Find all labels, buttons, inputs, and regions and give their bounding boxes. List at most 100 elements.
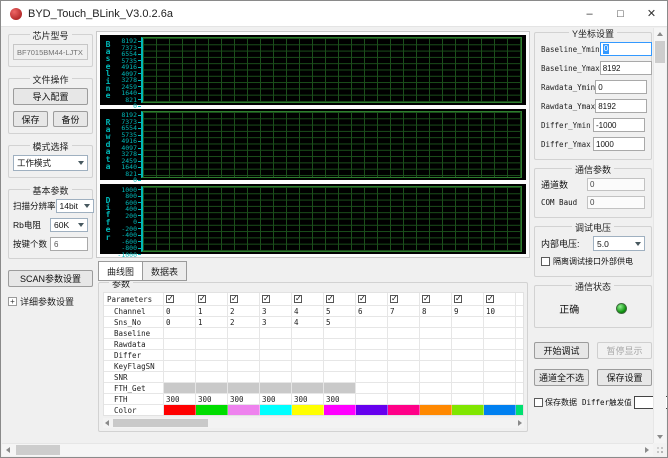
isolate-power-checkbox[interactable] [541,257,550,266]
channel-checkbox[interactable] [262,295,270,303]
y-axis-fields: Baseline_Ymin0Baseline_Ymax8192Rawdata_Y… [541,42,645,151]
data-cell [420,317,452,327]
data-cell: 300 [260,394,292,404]
channel-checkbox[interactable] [454,295,462,303]
data-cell [420,350,452,360]
color-cell[interactable] [388,405,420,415]
data-cell [388,328,420,338]
baseline_ymin-input[interactable]: 0 [600,42,652,56]
differ_ymax-label: Differ_Ymax [541,140,591,149]
scroll-down-icon[interactable] [657,435,663,439]
differ-y-axis: 10008006004002000-200-400-600-800-1000 [114,186,141,252]
color-cell[interactable] [196,405,228,415]
color-cell[interactable] [356,405,388,415]
channel-checkbox[interactable] [294,295,302,303]
tab-curve-graph[interactable]: 曲线图 [98,261,143,281]
table-horizontal-scrollbar[interactable] [103,418,524,428]
table-header-row: Parameters [104,293,523,306]
channel-checkbox[interactable] [486,295,494,303]
close-button[interactable]: ✕ [636,1,667,26]
vertical-scrollbar[interactable] [653,28,666,443]
save-data-checkbox[interactable] [534,398,543,407]
scroll-up-icon[interactable] [657,32,663,36]
data-cell [260,383,292,393]
deselect-all-channels-button[interactable]: 通道全不选 [534,369,589,386]
comm-status-group: 通信状态 正确 [534,285,652,328]
key-count-field[interactable]: 6 [50,237,88,251]
channel-checkbox-cell [452,293,484,305]
color-cell[interactable] [452,405,484,415]
rawdata_ymin-input[interactable]: 0 [595,80,647,94]
data-cell [356,328,388,338]
data-cell [356,317,388,327]
channel-checkbox[interactable] [166,295,174,303]
data-cell [356,350,388,360]
data-cell [452,383,484,393]
horizontal-scrollbar[interactable] [2,443,653,456]
color-cell[interactable] [516,405,524,415]
start-debug-button[interactable]: 开始调试 [534,342,589,359]
channel-checkbox-cell [292,293,324,305]
channel-checkbox[interactable] [230,295,238,303]
detail-settings-tree-node[interactable]: + 详细参数设置 [8,295,93,308]
differ_ymax-input[interactable]: 1000 [593,137,645,151]
data-cell: 300 [196,394,228,404]
data-cell [260,339,292,349]
scroll-right-icon[interactable] [518,420,522,426]
tab-data-table[interactable]: 数据表 [142,261,187,281]
horizontal-scrollbar-thumb[interactable] [16,445,60,455]
scroll-left-icon[interactable] [105,420,109,426]
data-cell [196,350,228,360]
data-cell [452,328,484,338]
internal-voltage-dropdown[interactable]: 5.0 [593,236,645,251]
data-cell [388,317,420,327]
data-cell: 4 [292,306,324,316]
chip-model-field: BF7015BM44-LJTX [13,44,88,60]
save-settings-button[interactable]: 保存设置 [597,369,652,386]
scan-settings-button[interactable]: SCAN参数设置 [8,270,93,287]
channel-checkbox[interactable] [326,295,334,303]
save-button[interactable]: 保存 [13,111,48,127]
data-cell: 3 [260,306,292,316]
scroll-right-icon[interactable] [645,447,649,453]
data-cell [196,383,228,393]
tree-expander-icon[interactable]: + [8,297,17,306]
rb-resistor-dropdown[interactable]: 60K [50,218,88,232]
minimize-button[interactable]: – [574,1,605,26]
color-cell[interactable] [164,405,196,415]
channel-checkbox[interactable] [198,295,206,303]
color-cell[interactable] [324,405,356,415]
rawdata_ymax-input[interactable]: 8192 [595,99,647,113]
resize-grip[interactable] [653,443,666,456]
import-config-button[interactable]: 导入配置 [13,88,88,105]
channel-checkbox[interactable] [358,295,366,303]
com-baud-field: 0 [587,196,645,209]
baseline-y-axis: 8192737365545735491640973278245916408210 [114,37,141,103]
color-cell[interactable] [260,405,292,415]
data-cell [356,339,388,349]
row-label: Baseline [104,328,164,338]
scan-resolution-dropdown[interactable]: 14bit [56,199,94,213]
channel-checkbox-cell [388,293,420,305]
backup-button[interactable]: 备份 [53,111,88,127]
differ_ymin-input[interactable]: -1000 [593,118,645,132]
channel-checkbox[interactable] [422,295,430,303]
color-cell[interactable] [484,405,516,415]
maximize-button[interactable]: □ [605,1,636,26]
mode-select-dropdown[interactable]: 工作模式 [13,155,88,171]
channel-checkbox[interactable] [390,295,398,303]
color-cell[interactable] [292,405,324,415]
data-cell [164,328,196,338]
data-cell: 4 [292,317,324,327]
y-axis-settings-group: Y坐标设置 Baseline_Ymin0Baseline_Ymax8192Raw… [534,32,652,160]
color-cell[interactable] [420,405,452,415]
differ-plot-area [141,186,522,252]
color-cell[interactable] [228,405,260,415]
table-scrollbar-thumb[interactable] [113,419,208,427]
vertical-scrollbar-thumb[interactable] [655,41,665,63]
window-controls: – □ ✕ [574,1,667,26]
baseline_ymax-input[interactable]: 8192 [600,61,652,75]
row-label: Color [104,405,164,415]
scroll-left-icon[interactable] [6,447,10,453]
right-panel: Y坐标设置 Baseline_Ymin0Baseline_Ymax8192Raw… [534,32,652,409]
